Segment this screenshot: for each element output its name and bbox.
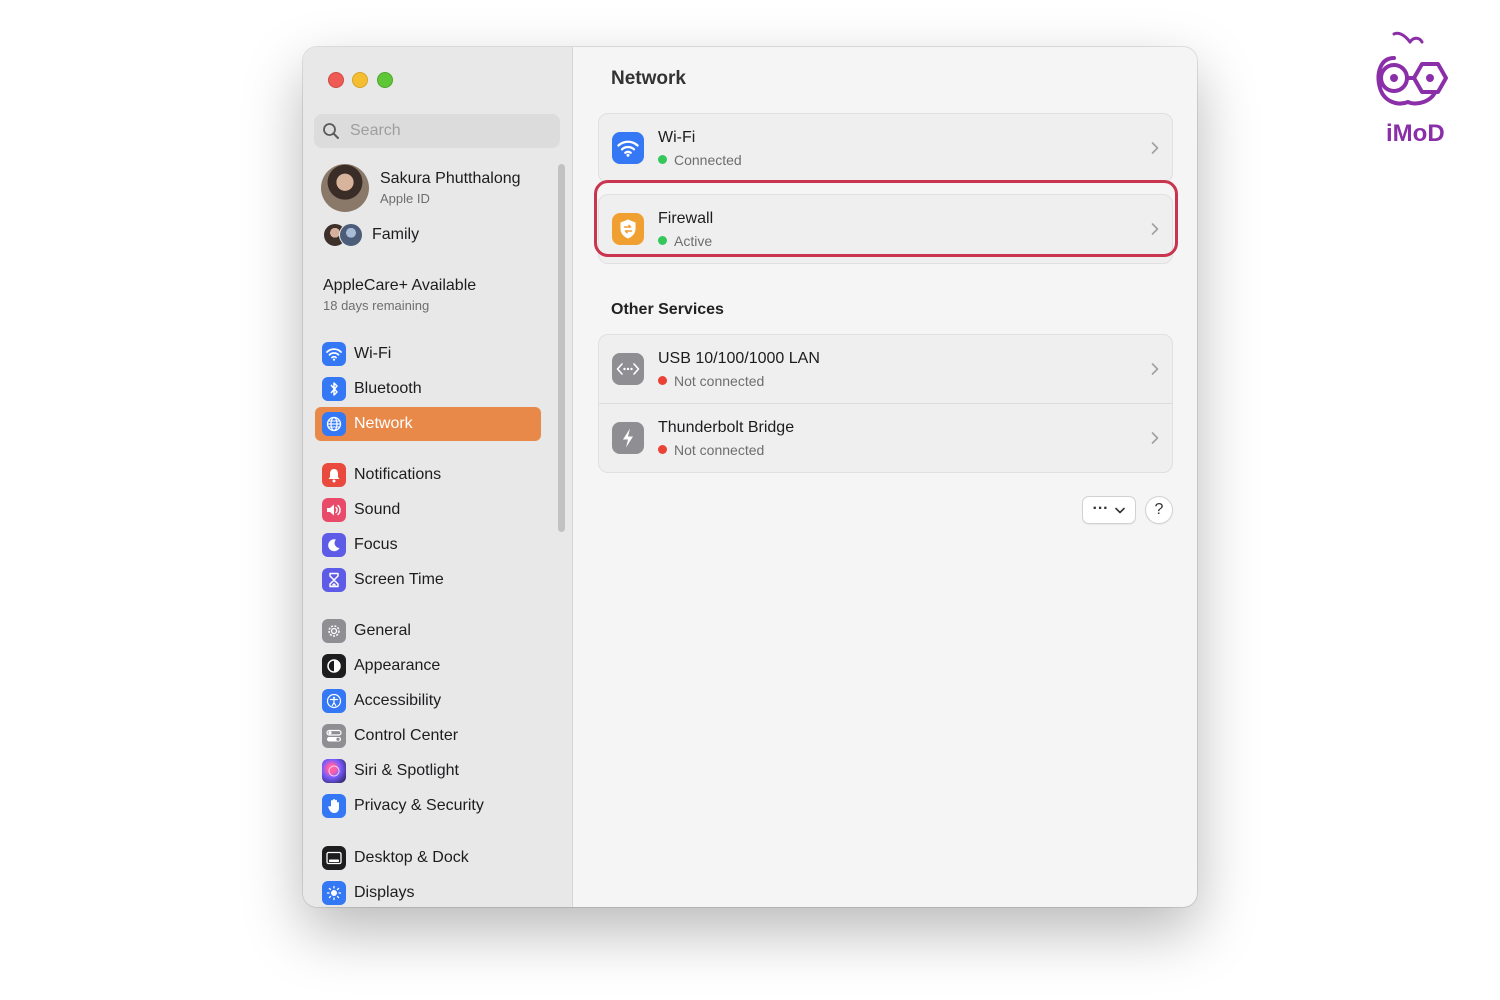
sidebar-item-label: Accessibility [354, 692, 442, 709]
service-status-text: Not connected [674, 372, 765, 389]
toggles-icon [322, 724, 346, 748]
applecare-item[interactable]: AppleCare+ Available 18 days remaining [323, 277, 476, 313]
chevron-right-icon [1151, 142, 1159, 154]
other-services-card: USB 10/100/1000 LAN Not connected Thunde… [598, 334, 1173, 473]
page-title: Network [611, 68, 686, 89]
sidebar-item-label: Screen Time [354, 571, 444, 588]
service-status-text: Not connected [674, 441, 765, 458]
sidebar-item-network[interactable]: Network [315, 407, 541, 441]
dock-icon [322, 846, 346, 870]
wifi-icon [322, 342, 346, 366]
sidebar-item-control-center[interactable]: Control Center [315, 719, 541, 753]
sidebar-item-screen-time[interactable]: Screen Time [315, 563, 541, 597]
sidebar: Sakura Phutthalong Apple ID Family Apple… [303, 47, 573, 907]
accessibility-icon [322, 689, 346, 713]
more-actions-button[interactable]: ··· [1082, 496, 1136, 524]
minimize-button[interactable] [352, 72, 368, 88]
applecare-title: AppleCare+ Available [323, 277, 477, 294]
sidebar-item-label: Wi-Fi [354, 345, 392, 362]
service-title: USB 10/100/1000 LAN [658, 349, 820, 367]
imod-logo-text: iMoD [1386, 120, 1445, 147]
sidebar-item-bluetooth[interactable]: Bluetooth [315, 372, 541, 406]
sidebar-item-label: Bluetooth [354, 380, 422, 397]
service-title: Wi-Fi [658, 128, 696, 146]
appearance-icon [322, 654, 346, 678]
sidebar-item-accessibility[interactable]: Accessibility [315, 684, 541, 718]
apple-id-profile[interactable]: Sakura Phutthalong Apple ID [321, 164, 521, 212]
imod-mascot-icon [1376, 31, 1448, 106]
globe-icon [322, 412, 346, 436]
service-row-usb-lan[interactable]: USB 10/100/1000 LAN Not connected [599, 335, 1172, 403]
thunderbolt-icon [612, 422, 644, 454]
hourglass-icon [322, 568, 346, 592]
sidebar-item-desktop-dock[interactable]: Desktop & Dock [315, 841, 541, 875]
profile-name: Sakura Phutthalong [380, 170, 521, 187]
profile-subtitle: Apple ID [380, 191, 430, 206]
sidebar-item-label: General [354, 622, 411, 639]
help-button[interactable]: ? [1145, 496, 1173, 524]
service-status: Not connected [658, 442, 794, 458]
sidebar-scrollbar[interactable] [558, 164, 565, 532]
status-dot [658, 445, 667, 454]
gear-icon [322, 619, 346, 643]
sidebar-item-wifi[interactable]: Wi-Fi [315, 337, 541, 371]
bell-icon [322, 463, 346, 487]
more-actions-label: ··· [1092, 499, 1109, 517]
ethernet-icon [612, 353, 644, 385]
service-status: Connected [658, 152, 742, 168]
service-row-thunderbolt-bridge[interactable]: Thunderbolt Bridge Not connected [599, 403, 1172, 472]
chevron-right-icon [1151, 363, 1159, 375]
chevron-right-icon [1151, 432, 1159, 444]
family-label: Family [372, 226, 420, 243]
sidebar-item-label: Sound [354, 501, 401, 518]
service-status-text: Connected [674, 151, 742, 168]
status-dot [658, 376, 667, 385]
main-pane: Network Wi-Fi Connected Firewall Active … [573, 47, 1197, 907]
sidebar-item-label: Siri & Spotlight [354, 762, 459, 779]
chevron-down-icon [1115, 507, 1126, 513]
sidebar-item-focus[interactable]: Focus [315, 528, 541, 562]
sidebar-item-siri-spotlight[interactable]: Siri & Spotlight [315, 754, 541, 788]
sidebar-item-privacy-security[interactable]: Privacy & Security [315, 789, 541, 823]
moon-icon [322, 533, 346, 557]
search-icon [323, 123, 339, 139]
sidebar-item-sound[interactable]: Sound [315, 493, 541, 527]
wifi-card: Wi-Fi Connected [598, 113, 1173, 183]
sidebar-item-label: Network [354, 415, 413, 432]
system-settings-window: Sakura Phutthalong Apple ID Family Apple… [303, 47, 1197, 907]
service-status: Not connected [658, 373, 820, 389]
sidebar-item-displays[interactable]: Displays [315, 876, 541, 907]
avatar [321, 164, 369, 212]
siri-icon [322, 759, 346, 783]
wifi-icon [612, 132, 644, 164]
other-services-heading: Other Services [611, 301, 724, 318]
family-item[interactable]: Family [323, 223, 419, 247]
close-button[interactable] [328, 72, 344, 88]
sidebar-item-general[interactable]: General [315, 614, 541, 648]
service-title: Thunderbolt Bridge [658, 418, 795, 436]
sidebar-item-label: Control Center [354, 727, 459, 744]
search-field[interactable] [314, 114, 560, 148]
sidebar-item-notifications[interactable]: Notifications [315, 458, 541, 492]
search-input[interactable] [348, 121, 542, 141]
sidebar-item-label: Desktop & Dock [354, 849, 469, 866]
sidebar-item-label: Focus [354, 536, 398, 553]
imod-logo: iMoD [1372, 28, 1456, 152]
bluetooth-icon [322, 377, 346, 401]
family-avatar [339, 223, 363, 247]
firewall-highlight-annotation [594, 180, 1178, 257]
zoom-button[interactable] [377, 72, 393, 88]
applecare-subtitle: 18 days remaining [323, 298, 430, 313]
service-row-wifi[interactable]: Wi-Fi Connected [599, 114, 1172, 182]
sun-icon [322, 881, 346, 905]
sidebar-item-label: Privacy & Security [354, 797, 484, 814]
sidebar-item-label: Appearance [354, 657, 441, 674]
hand-icon [322, 794, 346, 818]
sidebar-item-label: Displays [354, 884, 415, 901]
speaker-icon [322, 498, 346, 522]
sidebar-item-appearance[interactable]: Appearance [315, 649, 541, 683]
status-dot [658, 155, 667, 164]
sidebar-item-label: Notifications [354, 466, 442, 483]
